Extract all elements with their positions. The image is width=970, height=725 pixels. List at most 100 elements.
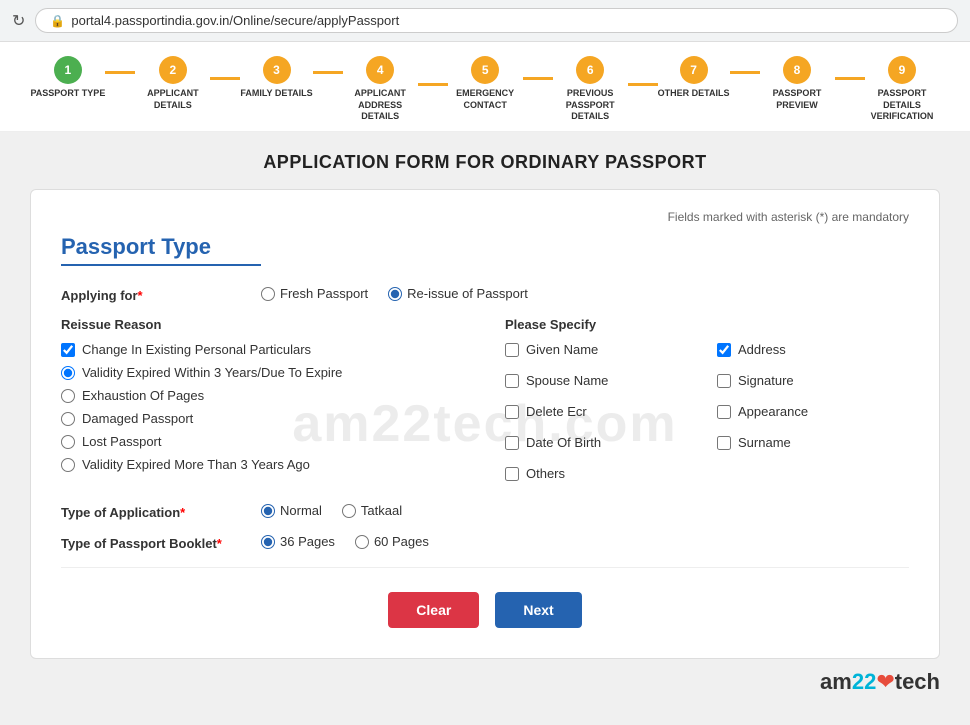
fresh-passport-option[interactable]: Fresh Passport <box>261 286 368 301</box>
appearance-option[interactable]: Appearance <box>717 404 909 419</box>
surname-label: Surname <box>738 435 791 450</box>
booklet-type-row: Type of Passport Booklet* 36 Pages 60 Pa… <box>61 534 909 551</box>
damaged-option[interactable]: Damaged Passport <box>61 411 465 426</box>
validity-3-radio[interactable] <box>61 366 75 380</box>
step-bubble-6[interactable]: 6 PREVIOUS PASSPORT DETAILS <box>553 56 628 123</box>
signature-label: Signature <box>738 373 794 388</box>
step-unit-8: 8PASSPORT PREVIEW <box>760 56 865 111</box>
reissue-passport-radio[interactable] <box>388 287 402 301</box>
step-unit-1: 1PASSPORT TYPE <box>30 56 135 100</box>
others-label: Others <box>526 466 565 481</box>
reissue-passport-label: Re-issue of Passport <box>407 286 528 301</box>
60-pages-radio[interactable] <box>355 535 369 549</box>
applying-for-label: Applying for* <box>61 286 261 303</box>
step-circle-8: 8 <box>783 56 811 84</box>
progress-bar: 1PASSPORT TYPE 2 APPLICANT DETAILS 3 FAMILY … <box>0 42 970 132</box>
60-pages-label: 60 Pages <box>374 534 429 549</box>
spouse-name-checkbox[interactable] <box>505 374 519 388</box>
damaged-label: Damaged Passport <box>82 411 193 426</box>
address-option[interactable]: Address <box>717 342 909 357</box>
step-label-1: PASSPORT TYPE <box>30 88 105 100</box>
step-connector-8 <box>835 77 865 80</box>
step-bubble-7[interactable]: 7OTHER DETAILS <box>658 56 730 100</box>
step-bubble-3[interactable]: 3 FAMILY DETAILS <box>240 56 312 100</box>
lost-radio[interactable] <box>61 435 75 449</box>
validity-more-label: Validity Expired More Than 3 Years Ago <box>82 457 310 472</box>
address-checkbox[interactable] <box>717 343 731 357</box>
surname-option[interactable]: Surname <box>717 435 909 450</box>
others-option[interactable]: Others <box>505 466 697 481</box>
date-of-birth-checkbox[interactable] <box>505 436 519 450</box>
brand-am: am <box>820 669 852 694</box>
normal-radio[interactable] <box>261 504 275 518</box>
exhaustion-radio[interactable] <box>61 389 75 403</box>
step-bubble-4[interactable]: 4APPLICANT ADDRESS DETAILS <box>343 56 418 123</box>
signature-option[interactable]: Signature <box>717 373 909 388</box>
step-unit-9: 9PASSPORT DETAILS VERIFICATION <box>865 56 940 123</box>
validity-more-radio[interactable] <box>61 458 75 472</box>
tatkaal-option[interactable]: Tatkaal <box>342 503 402 518</box>
step-circle-2: 2 <box>159 56 187 84</box>
normal-option[interactable]: Normal <box>261 503 322 518</box>
applying-for-controls: Fresh Passport Re-issue of Passport <box>261 286 909 301</box>
step-circle-3: 3 <box>263 56 291 84</box>
clear-button[interactable]: Clear <box>388 592 479 628</box>
delete-ecr-option[interactable]: Delete Ecr <box>505 404 697 419</box>
36-pages-option[interactable]: 36 Pages <box>261 534 335 549</box>
type-of-application-row: Type of Application* Normal Tatkaal <box>61 503 909 520</box>
spouse-name-option[interactable]: Spouse Name <box>505 373 697 388</box>
appearance-label: Appearance <box>738 404 808 419</box>
step-connector-6 <box>628 83 658 86</box>
booklet-type-controls: 36 Pages 60 Pages <box>261 534 909 549</box>
next-button[interactable]: Next <box>495 592 581 628</box>
step-connector-3 <box>313 71 343 74</box>
step-label-5: EMERGENCY CONTACT <box>448 88 523 111</box>
given-name-checkbox[interactable] <box>505 343 519 357</box>
reissue-reason-col: Reissue Reason Change In Existing Person… <box>61 317 465 489</box>
change-personal-checkbox[interactable] <box>61 343 75 357</box>
step-label-6: PREVIOUS PASSPORT DETAILS <box>553 88 628 123</box>
appearance-checkbox[interactable] <box>717 405 731 419</box>
step-bubble-9[interactable]: 9PASSPORT DETAILS VERIFICATION <box>865 56 940 123</box>
signature-checkbox[interactable] <box>717 374 731 388</box>
type-of-application-controls: Normal Tatkaal <box>261 503 909 518</box>
fresh-passport-label: Fresh Passport <box>280 286 368 301</box>
reissue-section: Reissue Reason Change In Existing Person… <box>61 317 909 489</box>
tatkaal-radio[interactable] <box>342 504 356 518</box>
fresh-passport-radio[interactable] <box>261 287 275 301</box>
step-circle-6: 6 <box>576 56 604 84</box>
step-bubble-1[interactable]: 1PASSPORT TYPE <box>30 56 105 100</box>
step-bubble-8[interactable]: 8PASSPORT PREVIEW <box>760 56 835 111</box>
form-card: am22tech.com Fields marked with asterisk… <box>30 189 940 659</box>
date-of-birth-option[interactable]: Date Of Birth <box>505 435 697 450</box>
spouse-name-label: Spouse Name <box>526 373 608 388</box>
step-bubble-5[interactable]: 5EMERGENCY CONTACT <box>448 56 523 111</box>
change-personal-label: Change In Existing Personal Particulars <box>82 342 311 357</box>
refresh-icon[interactable]: ↻ <box>12 11 25 31</box>
60-pages-option[interactable]: 60 Pages <box>355 534 429 549</box>
validity-3-option[interactable]: Validity Expired Within 3 Years/Due To E… <box>61 365 465 380</box>
delete-ecr-label: Delete Ecr <box>526 404 587 419</box>
brand-22: 22 <box>852 669 876 694</box>
step-connector-5 <box>523 77 553 80</box>
brand-tech: tech <box>895 669 940 694</box>
change-personal-option[interactable]: Change In Existing Personal Particulars <box>61 342 465 357</box>
given-name-option[interactable]: Given Name <box>505 342 697 357</box>
36-pages-radio[interactable] <box>261 535 275 549</box>
step-label-2: APPLICANT DETAILS <box>135 88 210 111</box>
validity-more-option[interactable]: Validity Expired More Than 3 Years Ago <box>61 457 465 472</box>
36-pages-label: 36 Pages <box>280 534 335 549</box>
lost-label: Lost Passport <box>82 434 162 449</box>
step-label-3: FAMILY DETAILS <box>240 88 312 100</box>
lost-option[interactable]: Lost Passport <box>61 434 465 449</box>
exhaustion-label: Exhaustion Of Pages <box>82 388 204 403</box>
reissue-passport-option[interactable]: Re-issue of Passport <box>388 286 528 301</box>
delete-ecr-checkbox[interactable] <box>505 405 519 419</box>
step-bubble-2[interactable]: 2 APPLICANT DETAILS <box>135 56 210 111</box>
address-bar[interactable]: 🔒 portal4.passportindia.gov.in/Online/se… <box>35 8 958 33</box>
damaged-radio[interactable] <box>61 412 75 426</box>
step-unit-4: 4APPLICANT ADDRESS DETAILS <box>343 56 448 123</box>
exhaustion-option[interactable]: Exhaustion Of Pages <box>61 388 465 403</box>
surname-checkbox[interactable] <box>717 436 731 450</box>
others-checkbox[interactable] <box>505 467 519 481</box>
